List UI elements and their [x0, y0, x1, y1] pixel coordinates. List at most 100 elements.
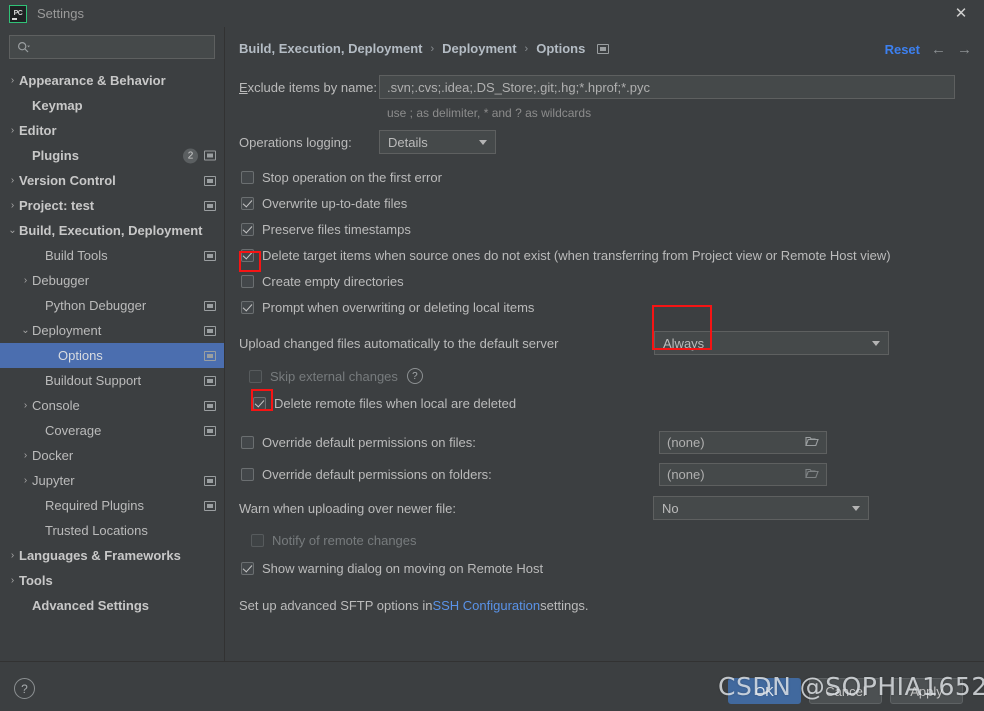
sidebar-item-appearance-behavior[interactable]: › Appearance & Behavior [0, 68, 224, 93]
help-icon[interactable]: ? [14, 678, 35, 699]
sidebar-item-build-tools[interactable]: Build Tools [0, 243, 224, 268]
sidebar-item-debugger[interactable]: › Debugger [0, 268, 224, 293]
ssh-configuration-link[interactable]: SSH Configuration [432, 598, 540, 613]
chevron-down-icon[interactable]: ⌄ [6, 225, 19, 236]
override-permissions-files-checkbox[interactable] [241, 435, 254, 449]
tree-row-trailing: 2 [183, 148, 216, 163]
sidebar-item-editor[interactable]: › Editor [0, 118, 224, 143]
checkbox-overwrite-up-to-date-files[interactable] [241, 196, 254, 210]
sidebar-item-advanced-settings[interactable]: Advanced Settings [0, 593, 224, 618]
skip-external-changes-row[interactable]: Skip external changes ? [249, 364, 979, 388]
monitor-icon[interactable] [204, 400, 216, 411]
override-permissions-folders-checkbox[interactable] [241, 467, 254, 481]
monitor-icon[interactable] [204, 325, 216, 336]
breadcrumb-item-1[interactable]: Deployment [442, 41, 516, 56]
checkbox-row-delete-target-items[interactable]: Delete target items when source ones do … [241, 242, 979, 268]
chevron-right-icon[interactable]: › [19, 475, 32, 486]
checkbox-preserve-files-timestamps[interactable] [241, 222, 254, 236]
sidebar-item-build-execution-deployment[interactable]: ⌄ Build, Execution, Deployment [0, 218, 224, 243]
folder-icon[interactable] [805, 436, 819, 449]
sidebar-item-plugins[interactable]: Plugins 2 [0, 143, 224, 168]
settings-dialog: PC Settings ✕ › Appearance & Behavior Keym… [0, 0, 984, 711]
override-permissions-files-input[interactable]: (none) [659, 430, 827, 454]
sidebar-item-label: Version Control [19, 173, 116, 188]
monitor-icon[interactable] [204, 150, 216, 161]
monitor-icon[interactable] [204, 250, 216, 261]
sidebar-item-tools[interactable]: › Tools [0, 568, 224, 593]
options-form: Exclude items by name: .svn;.cvs;.idea;.… [239, 75, 979, 618]
back-arrow-icon[interactable]: ← [931, 41, 946, 58]
monitor-icon[interactable] [204, 300, 216, 311]
operations-logging-combo[interactable]: Details [379, 130, 496, 154]
monitor-icon[interactable] [204, 350, 216, 361]
monitor-icon[interactable] [204, 375, 216, 386]
sidebar-item-options[interactable]: Options [0, 343, 224, 368]
search-box[interactable] [9, 35, 215, 59]
sidebar-item-docker[interactable]: › Docker [0, 443, 224, 468]
sidebar-item-buildout-support[interactable]: Buildout Support [0, 368, 224, 393]
search-input[interactable] [30, 39, 214, 55]
chevron-right-icon[interactable]: › [6, 550, 19, 561]
sidebar-item-trusted-locations[interactable]: Trusted Locations [0, 518, 224, 543]
monitor-icon[interactable] [204, 425, 216, 436]
checkbox-row-preserve-files-timestamps[interactable]: Preserve files timestamps [241, 216, 979, 242]
sidebar-item-python-debugger[interactable]: Python Debugger [0, 293, 224, 318]
sidebar-item-console[interactable]: › Console [0, 393, 224, 418]
chevron-right-icon[interactable]: › [6, 575, 19, 586]
chevron-right-icon[interactable]: › [6, 175, 19, 186]
sidebar-item-project-test[interactable]: › Project: test [0, 193, 224, 218]
chevron-right-icon[interactable]: › [19, 275, 32, 286]
sidebar-item-version-control[interactable]: › Version Control [0, 168, 224, 193]
sidebar-item-jupyter[interactable]: › Jupyter [0, 468, 224, 493]
sidebar-item-coverage[interactable]: Coverage [0, 418, 224, 443]
checkbox-create-empty-directories[interactable] [241, 274, 254, 288]
breadcrumb-item-0[interactable]: Build, Execution, Deployment [239, 41, 422, 56]
sidebar-item-keymap[interactable]: Keymap [0, 93, 224, 118]
monitor-icon[interactable] [204, 175, 216, 186]
upload-automatically-combo[interactable]: Always [654, 331, 889, 355]
folder-icon[interactable] [805, 468, 819, 481]
monitor-icon[interactable] [597, 43, 610, 54]
chevron-down-icon[interactable]: ⌄ [19, 325, 32, 336]
checkbox-row-stop-operation-on[interactable]: Stop operation on the first error [241, 164, 979, 190]
monitor-icon[interactable] [204, 475, 216, 486]
exclude-items-input[interactable]: .svn;.cvs;.idea;.DS_Store;.git;.hg;*.hpr… [379, 75, 955, 99]
chevron-right-icon[interactable]: › [6, 125, 19, 136]
chevron-right-icon[interactable]: › [19, 400, 32, 411]
show-warning-dialog-checkbox[interactable] [241, 561, 254, 575]
chevron-right-icon[interactable]: › [6, 200, 19, 211]
checkbox-prompt-when-overwriting[interactable] [241, 300, 254, 314]
checkbox-row-create-empty-directories[interactable]: Create empty directories [241, 268, 979, 294]
override-permissions-folders-input[interactable]: (none) [659, 462, 827, 486]
show-warning-dialog-row[interactable]: Show warning dialog on moving on Remote … [241, 556, 979, 580]
checkbox-label-preserve-files-timestamps: Preserve files timestamps [262, 221, 411, 237]
checkbox-delete-target-items[interactable] [241, 248, 254, 262]
notify-remote-changes-checkbox[interactable] [251, 533, 264, 547]
monitor-icon[interactable] [204, 200, 216, 211]
settings-tree: › Appearance & Behavior Keymap › Editor Plugi… [0, 68, 224, 618]
notify-remote-changes-row[interactable]: Notify of remote changes [251, 528, 979, 552]
settings-sidebar: › Appearance & Behavior Keymap › Editor Plugi… [0, 27, 225, 661]
checkbox-row-prompt-when-overwriting[interactable]: Prompt when overwriting or deleting loca… [241, 294, 979, 320]
delete-remote-files-checkbox[interactable] [253, 396, 266, 410]
reset-button[interactable]: Reset [885, 42, 920, 57]
checkbox-row-overwrite-up-to-date-files[interactable]: Overwrite up-to-date files [241, 190, 979, 216]
delete-remote-files-row[interactable]: Delete remote files when local are delet… [253, 391, 979, 415]
sidebar-item-label: Buildout Support [45, 373, 142, 388]
sidebar-item-deployment[interactable]: ⌄ Deployment [0, 318, 224, 343]
sidebar-item-required-plugins[interactable]: Required Plugins [0, 493, 224, 518]
close-icon[interactable]: ✕ [938, 0, 984, 27]
forward-arrow-icon[interactable]: → [957, 41, 972, 58]
breadcrumb-item-2[interactable]: Options [536, 41, 585, 56]
warn-newer-file-combo[interactable]: No [653, 496, 869, 520]
help-icon[interactable]: ? [406, 368, 423, 384]
chevron-right-icon[interactable]: › [19, 450, 32, 461]
tree-row-trailing [204, 425, 216, 436]
checkbox-stop-operation-on[interactable] [241, 170, 254, 184]
upload-automatically-value: Always [663, 335, 705, 351]
sidebar-item-languages-frameworks[interactable]: › Languages & Frameworks [0, 543, 224, 568]
monitor-icon[interactable] [204, 500, 216, 511]
skip-external-changes-checkbox[interactable] [249, 369, 262, 383]
tree-row-trailing [204, 200, 216, 211]
chevron-right-icon[interactable]: › [6, 75, 19, 86]
